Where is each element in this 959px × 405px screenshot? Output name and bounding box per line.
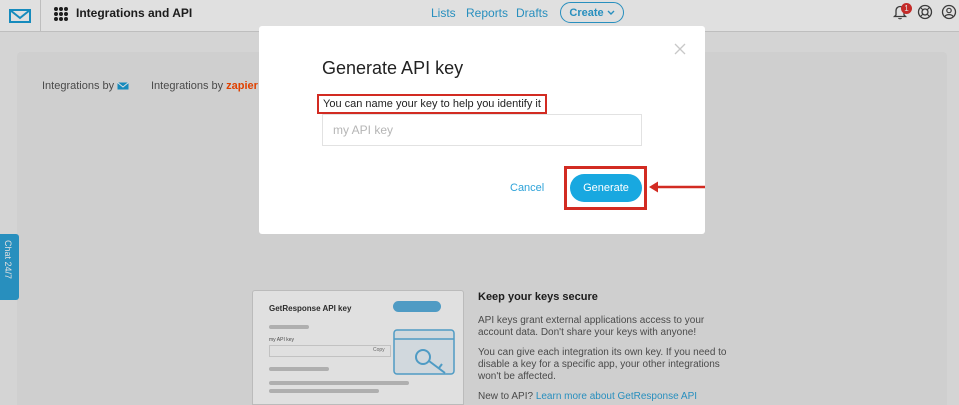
generate-highlight-box: Generate [564,166,647,210]
close-icon[interactable] [673,42,687,56]
cancel-button[interactable]: Cancel [510,182,544,194]
api-key-name-input[interactable] [322,114,642,146]
pointer-arrow-icon [649,181,705,193]
key-name-hint: You can name your key to help you identi… [317,94,547,114]
generate-api-key-dialog: Generate API key You can name your key t… [259,26,705,234]
generate-button[interactable]: Generate [570,174,642,202]
dialog-title: Generate API key [322,58,464,78]
